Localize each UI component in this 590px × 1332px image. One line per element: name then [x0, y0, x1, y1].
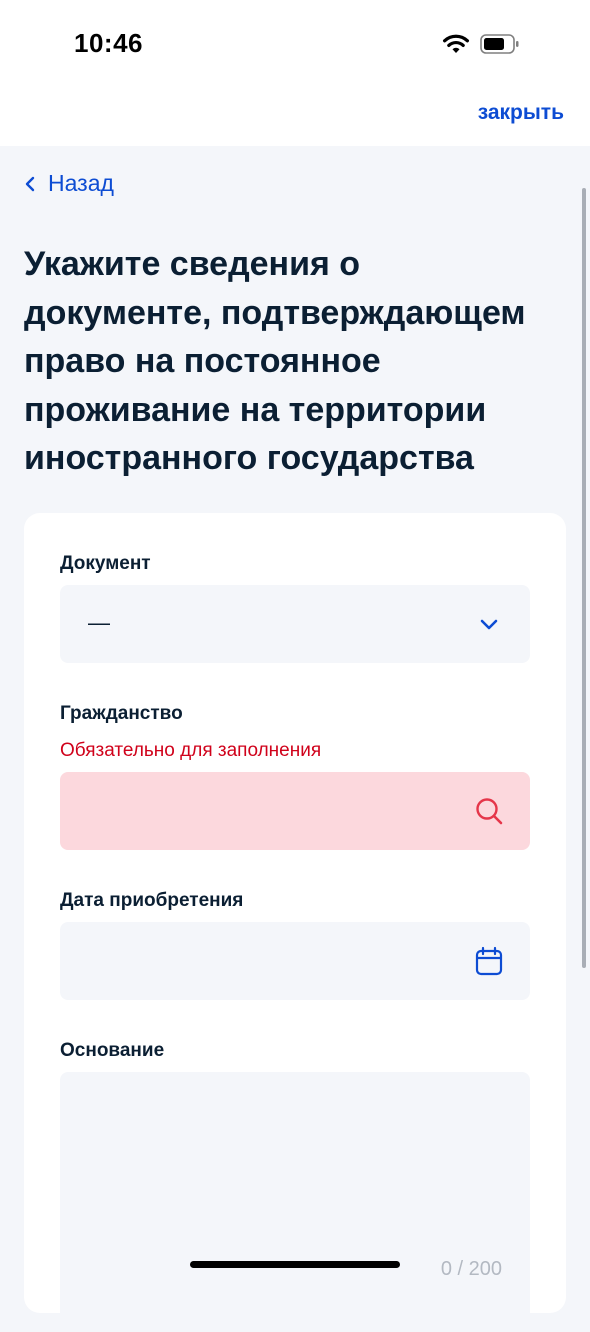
citizenship-label: Гражданство	[60, 703, 183, 724]
home-indicator[interactable]	[190, 1261, 400, 1268]
status-time: 10:46	[74, 28, 143, 58]
acquisition-date-input[interactable]	[60, 922, 530, 1000]
citizenship-error: Обязательно для заполнения	[60, 740, 322, 761]
chevron-down-icon	[480, 619, 498, 630]
form-card: Документ — Гражданство Обязательно для з…	[24, 513, 566, 1332]
citizenship-input[interactable]	[60, 772, 530, 850]
top-bar: 10:46 закрыть	[0, 0, 590, 146]
basis-textarea[interactable]: 0 / 200	[60, 1072, 530, 1332]
document-label: Документ	[60, 553, 151, 574]
basis-label: Основание	[60, 1040, 165, 1061]
character-counter: 0 / 200	[440, 1258, 502, 1280]
chevron-left-icon	[25, 176, 35, 191]
back-link[interactable]: Назад	[24, 170, 114, 197]
scrollbar[interactable]	[582, 188, 586, 968]
calendar-icon	[475, 946, 503, 976]
close-link[interactable]: закрыть	[478, 101, 564, 125]
document-select[interactable]: —	[60, 585, 530, 663]
wifi-icon	[443, 34, 469, 53]
search-icon	[476, 798, 503, 825]
acquisition-date-label: Дата приобретения	[60, 890, 244, 911]
back-label: Назад	[48, 170, 114, 196]
page-title: Укажите сведения о документе, подтвержда…	[24, 245, 526, 477]
document-select-value: —	[88, 610, 110, 635]
battery-icon	[480, 34, 519, 54]
